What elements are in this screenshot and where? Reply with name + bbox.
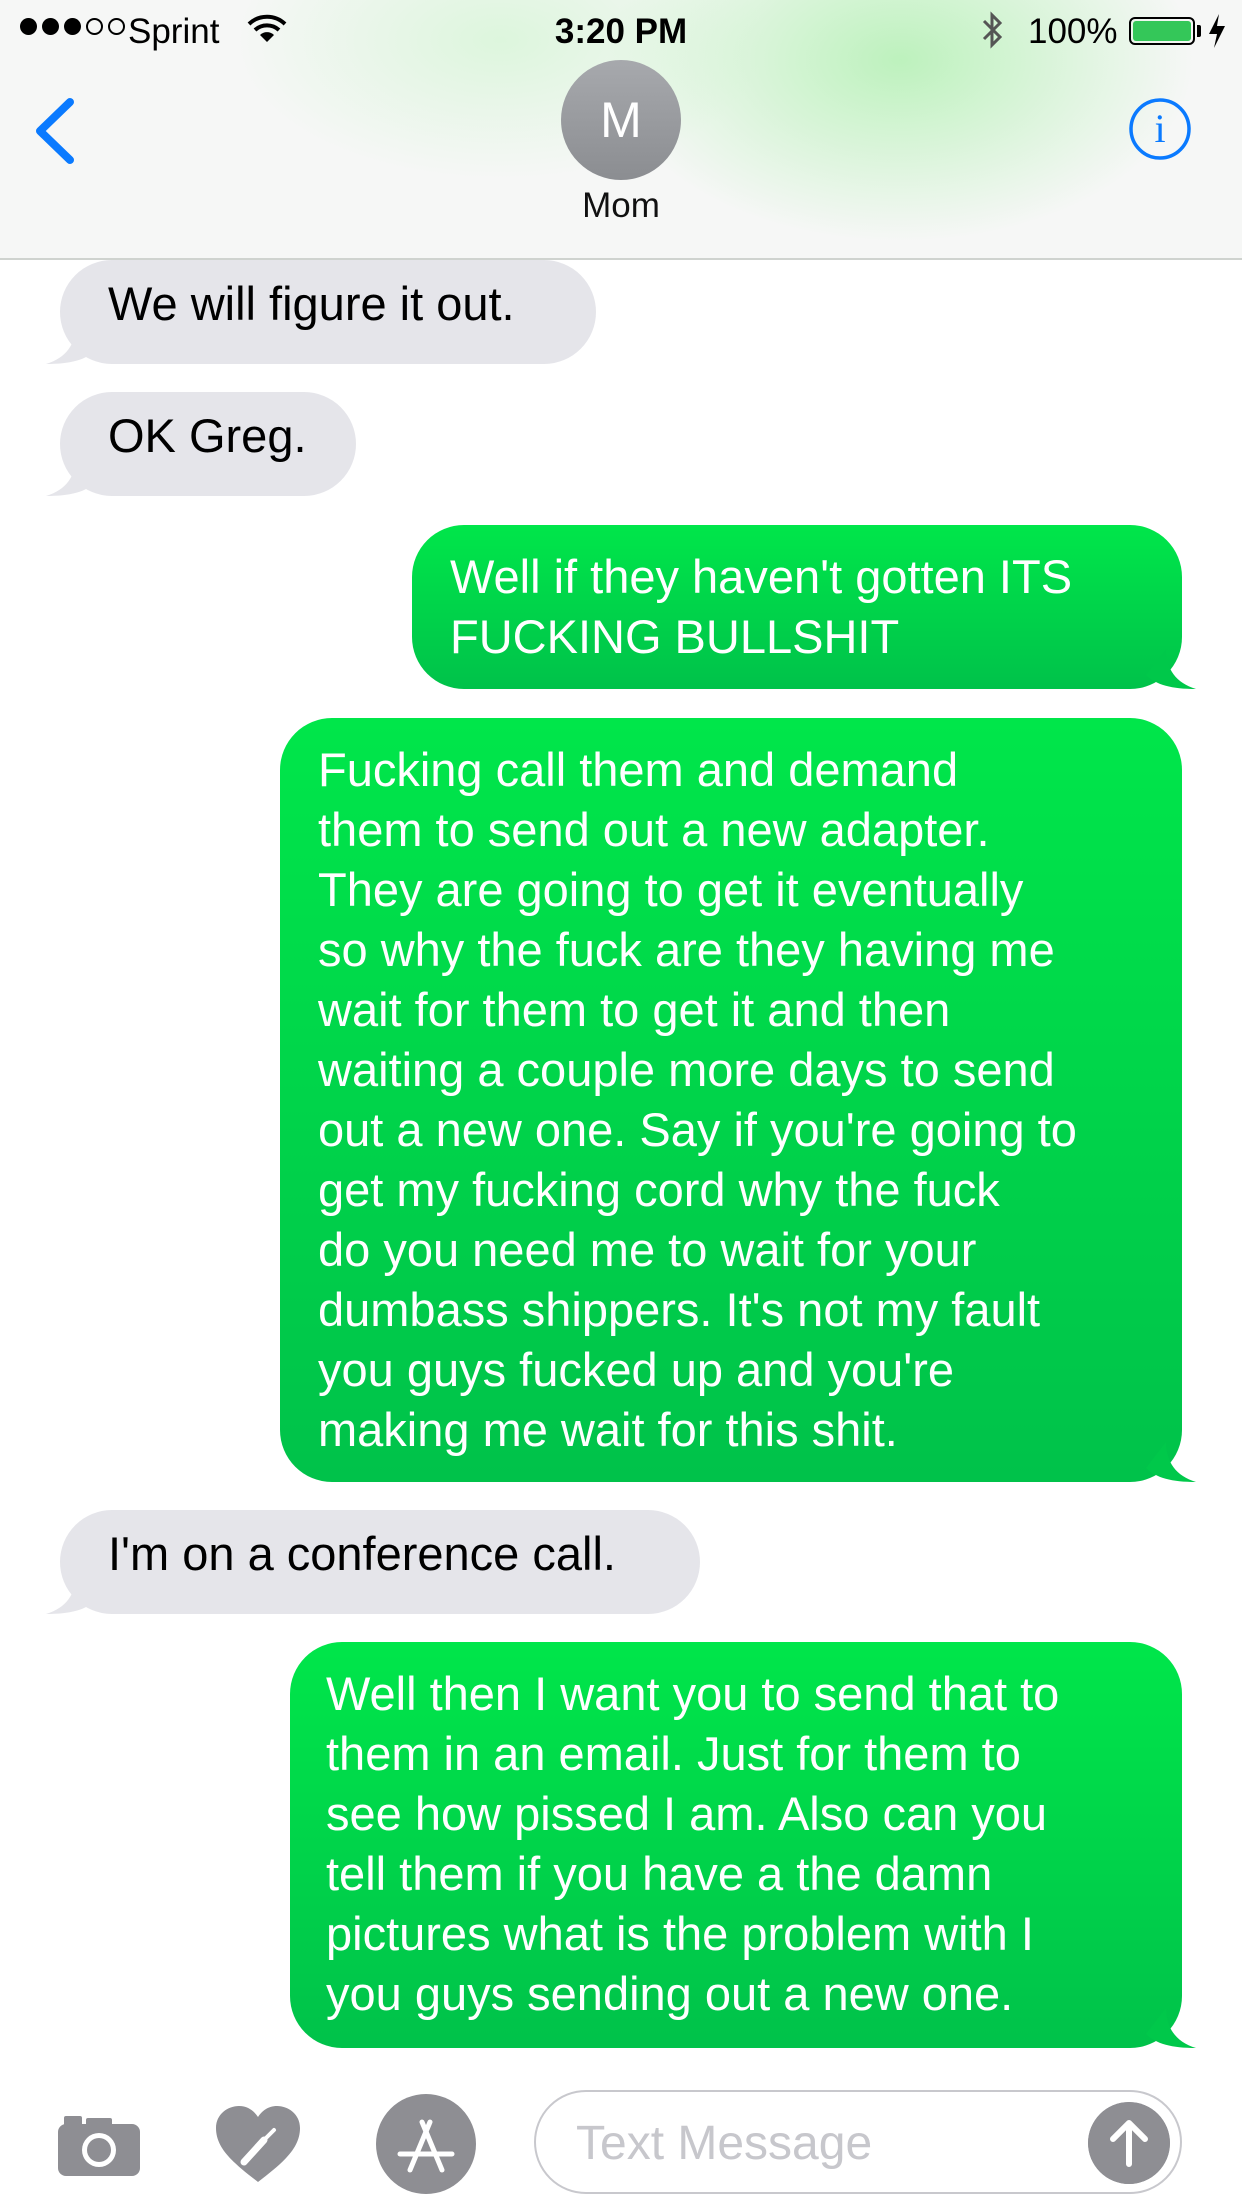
battery-icon bbox=[1129, 17, 1195, 45]
sent-message[interactable]: Well if they haven't gotten ITS FUCKING … bbox=[412, 525, 1196, 689]
camera-icon[interactable] bbox=[56, 2112, 142, 2178]
status-bar: Sprint 3:20 PM 100% bbox=[0, 0, 1242, 62]
message-text: We will figure it out. bbox=[108, 277, 515, 330]
back-chevron-icon[interactable] bbox=[30, 96, 80, 166]
message-text: Well then I want you to send that to the… bbox=[326, 1667, 1060, 2020]
received-message[interactable]: I'm on a conference call. bbox=[46, 1510, 700, 1614]
sent-message[interactable]: Well then I want you to send that to the… bbox=[290, 1642, 1196, 2048]
avatar[interactable]: M bbox=[561, 60, 681, 180]
received-message[interactable]: We will figure it out. bbox=[46, 260, 596, 364]
battery-percent: 100% bbox=[1028, 12, 1118, 51]
navigation-header: Sprint 3:20 PM 100% M Mom i bbox=[0, 0, 1242, 260]
send-arrow-icon[interactable] bbox=[1088, 2102, 1170, 2184]
app-store-icon[interactable] bbox=[374, 2092, 478, 2196]
message-input-placeholder: Text Message bbox=[576, 2117, 873, 2170]
contact-name[interactable]: Mom bbox=[0, 186, 1242, 226]
charging-bolt-icon bbox=[1209, 14, 1225, 48]
message-input[interactable]: Text Message bbox=[534, 2090, 1182, 2194]
sent-message[interactable]: Fucking call them and demand them to sen… bbox=[280, 718, 1196, 1482]
message-text: OK Greg. bbox=[108, 409, 307, 462]
digital-touch-heart-icon[interactable] bbox=[214, 2104, 302, 2184]
bluetooth-icon bbox=[982, 11, 1003, 49]
message-text: Well if they haven't gotten ITS FUCKING … bbox=[450, 550, 1073, 663]
svg-text:i: i bbox=[1154, 106, 1165, 151]
avatar-initial: M bbox=[600, 92, 642, 148]
received-message[interactable]: OK Greg. bbox=[46, 392, 356, 496]
message-text: Fucking call them and demand them to sen… bbox=[318, 743, 1077, 1456]
info-icon[interactable]: i bbox=[1128, 97, 1192, 161]
message-text: I'm on a conference call. bbox=[108, 1527, 616, 1580]
